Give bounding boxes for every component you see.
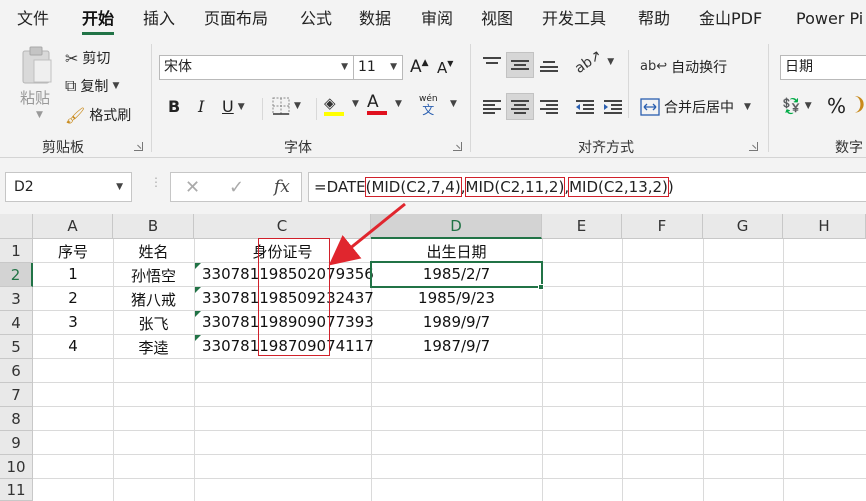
annotation-arrow-icon bbox=[328, 202, 406, 266]
